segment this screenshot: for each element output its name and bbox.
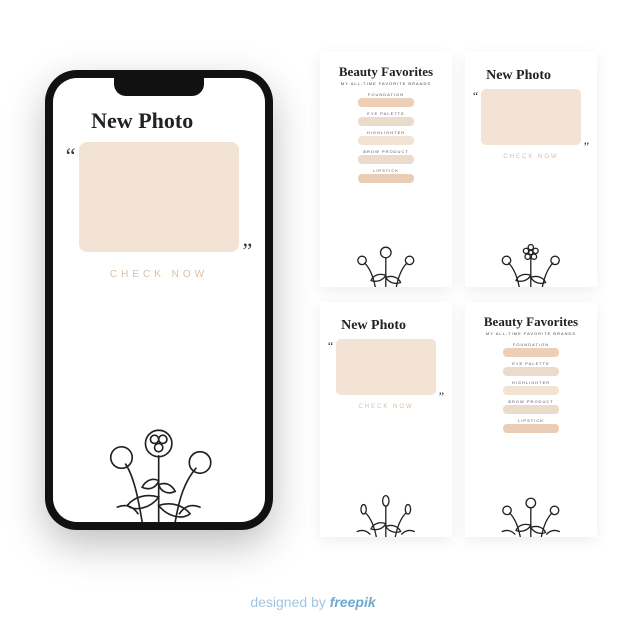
floral-illustration (320, 484, 452, 537)
card-subtitle: MY ALL-TIME FAVORITE BRANDS (465, 331, 597, 336)
swatch (503, 386, 559, 395)
template-card-newphoto-1[interactable]: New Photo “ ” CHECK NOW (465, 52, 597, 287)
swatch (503, 424, 559, 433)
swatch-item: LIPSTICK (358, 168, 414, 183)
swatch (358, 136, 414, 145)
template-card-beauty-1[interactable]: Beauty Favorites MY ALL-TIME FAVORITE BR… (320, 52, 452, 287)
swatch-item: HIGHLIGHTER (503, 380, 559, 395)
swatch (358, 174, 414, 183)
flowers-icon (76, 398, 241, 522)
open-quote-icon: “ (328, 343, 333, 349)
swatch (503, 405, 559, 414)
swatch (503, 348, 559, 357)
phone-mockup: New Photo “ ” CHECK NOW (45, 70, 273, 530)
floral-illustration (465, 234, 597, 287)
photo-placeholder (336, 339, 437, 395)
photo-placeholder (481, 89, 582, 145)
card-title: Beauty Favorites (320, 52, 452, 80)
swatch (358, 98, 414, 107)
attribution: designed by freepik (0, 594, 626, 610)
flowers-icon (333, 234, 439, 287)
swatch-item: HIGHLIGHTER (358, 130, 414, 145)
close-quote-icon: ” (439, 393, 444, 399)
swatch-list: FOUNDATION EYE PALETTE HIGHLIGHTER BROW … (465, 342, 597, 433)
card-title: New Photo (320, 302, 452, 334)
floral-illustration (320, 234, 452, 287)
close-quote-icon: ” (584, 143, 589, 149)
attribution-prefix: designed by (250, 594, 329, 610)
swatch (503, 367, 559, 376)
photo-placeholder-row: “ ” (53, 142, 265, 252)
cta-label: CHECK NOW (465, 154, 597, 160)
template-card-beauty-2[interactable]: Beauty Favorites MY ALL-TIME FAVORITE BR… (465, 302, 597, 537)
phone-screen: New Photo “ ” CHECK NOW (53, 78, 265, 522)
card-title: Beauty Favorites (465, 302, 597, 330)
attribution-brand[interactable]: freepik (330, 594, 376, 610)
flowers-icon (478, 484, 584, 537)
template-card-newphoto-2[interactable]: New Photo “ ” CHECK NOW (320, 302, 452, 537)
card-title: New Photo (465, 52, 597, 84)
open-quote-icon: “ (473, 93, 478, 99)
swatch-item: BROW PRODUCT (358, 149, 414, 164)
swatch-item: BROW PRODUCT (503, 399, 559, 414)
flowers-icon (478, 234, 584, 287)
floral-illustration (465, 484, 597, 537)
swatch-item: FOUNDATION (358, 92, 414, 107)
swatch-item: EYE PALETTE (503, 361, 559, 376)
cta-button[interactable]: CHECK NOW (53, 269, 265, 280)
flowers-icon (333, 484, 439, 537)
swatch (358, 117, 414, 126)
close-quote-icon: ” (243, 245, 253, 256)
design-canvas: New Photo “ ” CHECK NOW (0, 0, 626, 626)
swatch-list: FOUNDATION EYE PALETTE HIGHLIGHTER BROW … (320, 92, 452, 183)
photo-placeholder-row: “ ” (320, 339, 452, 395)
swatch (358, 155, 414, 164)
phone-notch (114, 78, 204, 96)
photo-placeholder-row: “ ” (465, 89, 597, 145)
card-subtitle: MY ALL-TIME FAVORITE BRANDS (320, 81, 452, 86)
cta-label: CHECK NOW (320, 404, 452, 410)
swatch-item: FOUNDATION (503, 342, 559, 357)
photo-placeholder[interactable] (79, 142, 239, 252)
open-quote-icon: “ (66, 150, 76, 161)
swatch-item: EYE PALETTE (358, 111, 414, 126)
swatch-item: LIPSTICK (503, 418, 559, 433)
floral-illustration (53, 398, 265, 522)
